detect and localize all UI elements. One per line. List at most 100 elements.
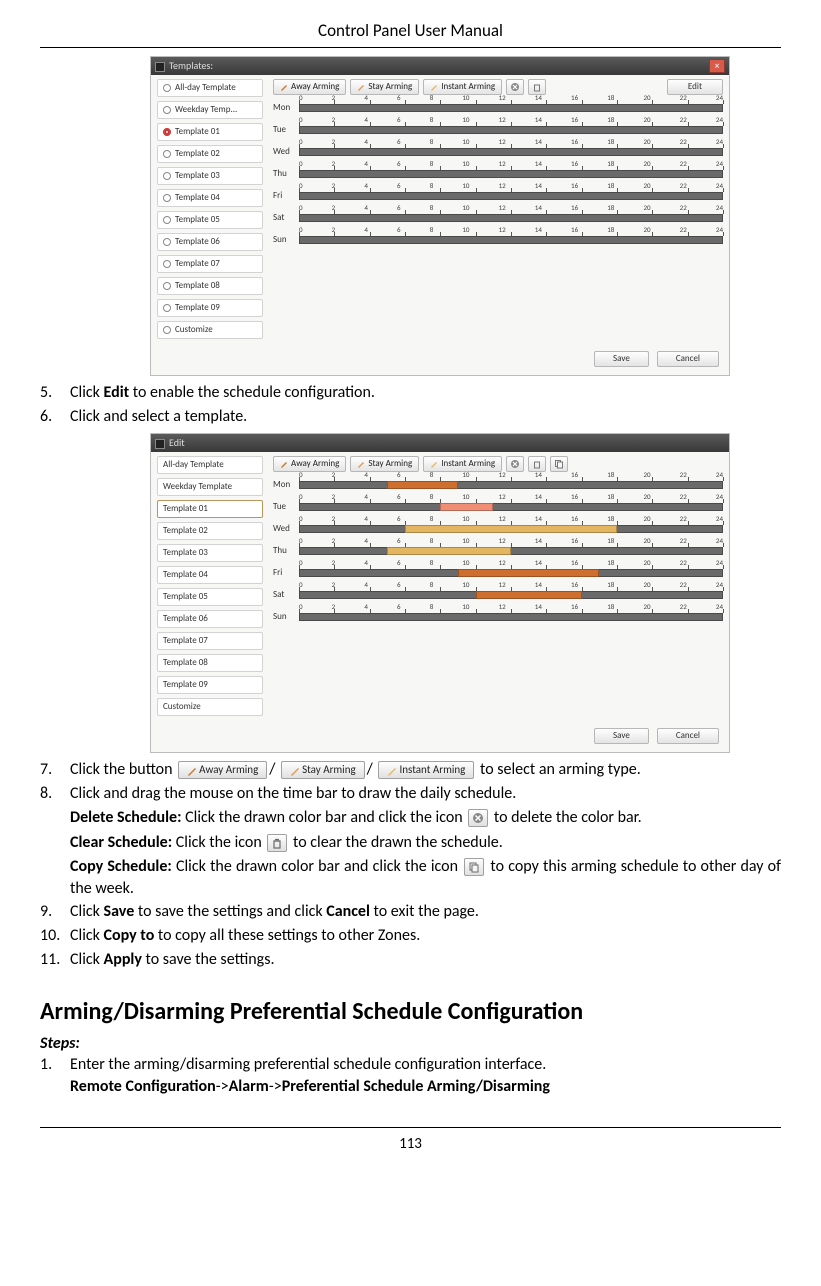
sidebar-item-label: Weekday Template	[163, 481, 232, 493]
sidebar-item[interactable]: Template 04	[157, 189, 263, 207]
day-label: Sun	[273, 611, 299, 623]
day-row: Sun024681012141618202224	[273, 610, 723, 624]
pref-step-1: Enter the arming/disarming preferential …	[70, 1054, 781, 1097]
delete-icon[interactable]	[468, 809, 488, 827]
timeline-track	[299, 170, 723, 178]
schedule-segment[interactable]	[405, 525, 617, 533]
copy-icon[interactable]	[464, 858, 484, 876]
sidebar-item[interactable]: Template 07	[157, 632, 263, 650]
step-10: Click Copy to to copy all these settings…	[70, 925, 781, 947]
sidebar-item-label: Template 06	[163, 613, 208, 625]
timeline[interactable]: 024681012141618202224	[299, 145, 723, 159]
sidebar-item-label: Template 07	[175, 258, 220, 270]
timeline-track	[299, 547, 723, 555]
timeline[interactable]: 024681012141618202224	[299, 233, 723, 247]
edit-window: Edit All-day TemplateWeekday TemplateTem…	[150, 433, 730, 753]
day-row: Fri024681012141618202224	[273, 566, 723, 580]
sidebar-item[interactable]: Template 06	[157, 233, 263, 251]
timeline[interactable]: 024681012141618202224	[299, 500, 723, 514]
sidebar-item[interactable]: Weekday Template	[157, 478, 263, 496]
timeline[interactable]: 024681012141618202224	[299, 123, 723, 137]
save-button[interactable]: Save	[594, 728, 649, 744]
radio-icon	[163, 84, 171, 92]
sidebar-item-label: Template 06	[175, 236, 220, 248]
sidebar-item[interactable]: Template 05	[157, 588, 263, 606]
template-sidebar: All-day Template Weekday Temp... Template …	[157, 79, 263, 343]
sidebar-item[interactable]: Template 02	[157, 145, 263, 163]
away-arming-button[interactable]: Away Arming	[178, 761, 267, 779]
sidebar-item[interactable]: Template 09	[157, 676, 263, 694]
titlebar: Templates: ×	[151, 57, 729, 75]
sidebar-item[interactable]: Template 08	[157, 277, 263, 295]
sidebar-item[interactable]: Template 09	[157, 299, 263, 317]
cancel-button[interactable]: Cancel	[657, 728, 719, 744]
schedule-segment[interactable]	[458, 569, 599, 577]
schedule-segment[interactable]	[440, 503, 493, 511]
sidebar-item[interactable]: Template 08	[157, 654, 263, 672]
sidebar-item[interactable]: Template 06	[157, 610, 263, 628]
window-icon	[155, 62, 165, 72]
step-6: Click and select a template.	[70, 406, 781, 428]
save-button[interactable]: Save	[594, 351, 649, 367]
sidebar-item[interactable]: Template 01	[157, 123, 263, 141]
sidebar-item[interactable]: Template 04	[157, 566, 263, 584]
sidebar-item[interactable]: Customize	[157, 698, 263, 716]
radio-icon	[163, 106, 171, 114]
timeline[interactable]: 024681012141618202224	[299, 610, 723, 624]
window-icon	[155, 439, 165, 449]
day-label: Sun	[273, 234, 299, 246]
sidebar-item[interactable]: All-day Template	[157, 79, 263, 97]
timeline[interactable]: 024681012141618202224	[299, 478, 723, 492]
day-row: Tue024681012141618202224	[273, 123, 723, 137]
timeline[interactable]: 024681012141618202224	[299, 566, 723, 580]
timeline[interactable]: 024681012141618202224	[299, 544, 723, 558]
sidebar-item[interactable]: Template 03	[157, 544, 263, 562]
step-number: 6.	[40, 406, 70, 428]
timeline[interactable]: 024681012141618202224	[299, 522, 723, 536]
cancel-button[interactable]: Cancel	[657, 351, 719, 367]
timeline-track	[299, 613, 723, 621]
day-label: Wed	[273, 146, 299, 158]
schedule-segment[interactable]	[387, 547, 511, 555]
pencil-icon	[430, 83, 438, 91]
sidebar-item[interactable]: Template 07	[157, 255, 263, 273]
timeline[interactable]: 024681012141618202224	[299, 588, 723, 602]
pencil-icon	[357, 83, 365, 91]
sidebar-item-label: Template 08	[175, 280, 220, 292]
sidebar-item[interactable]: Customize	[157, 321, 263, 339]
radio-icon	[163, 216, 171, 224]
sidebar-item-label: Template 01	[175, 126, 220, 138]
instant-arming-button[interactable]: Instant Arming	[378, 761, 474, 779]
timeline[interactable]: 024681012141618202224	[299, 211, 723, 225]
sidebar-item-label: Template 01	[163, 503, 208, 515]
sidebar-item[interactable]: Template 03	[157, 167, 263, 185]
sidebar-item[interactable]: Template 02	[157, 522, 263, 540]
day-row: Thu024681012141618202224	[273, 167, 723, 181]
sidebar-item-label: All-day Template	[163, 459, 224, 471]
day-label: Mon	[273, 479, 299, 491]
timeline-track	[299, 104, 723, 112]
timeline[interactable]: 024681012141618202224	[299, 167, 723, 181]
schedule-segment[interactable]	[476, 591, 582, 599]
sidebar-item[interactable]: Weekday Temp...	[157, 101, 263, 119]
sidebar-item[interactable]: Template 05	[157, 211, 263, 229]
timeline-track	[299, 192, 723, 200]
timeline-track	[299, 481, 723, 489]
template-sidebar: All-day Template Weekday Template Template…	[157, 456, 263, 720]
steps-label: Steps:	[40, 1033, 781, 1055]
schedule-segment[interactable]	[387, 481, 458, 489]
sidebar-item-label: Template 09	[175, 302, 220, 314]
close-icon[interactable]: ×	[709, 59, 725, 73]
stay-arming-button[interactable]: Stay Arming	[281, 761, 365, 779]
sidebar-item-label: Template 04	[163, 569, 208, 581]
step-number: 1.	[40, 1054, 70, 1097]
sidebar-item-label: Template 07	[163, 635, 208, 647]
step-number: 9.	[40, 901, 70, 923]
clear-icon[interactable]	[267, 834, 287, 852]
timeline[interactable]: 024681012141618202224	[299, 101, 723, 115]
timeline[interactable]: 024681012141618202224	[299, 189, 723, 203]
sidebar-item[interactable]: Template 01	[157, 500, 263, 518]
radio-icon	[163, 326, 171, 334]
sidebar-item[interactable]: All-day Template	[157, 456, 263, 474]
sidebar-item-label: Template 08	[163, 657, 208, 669]
